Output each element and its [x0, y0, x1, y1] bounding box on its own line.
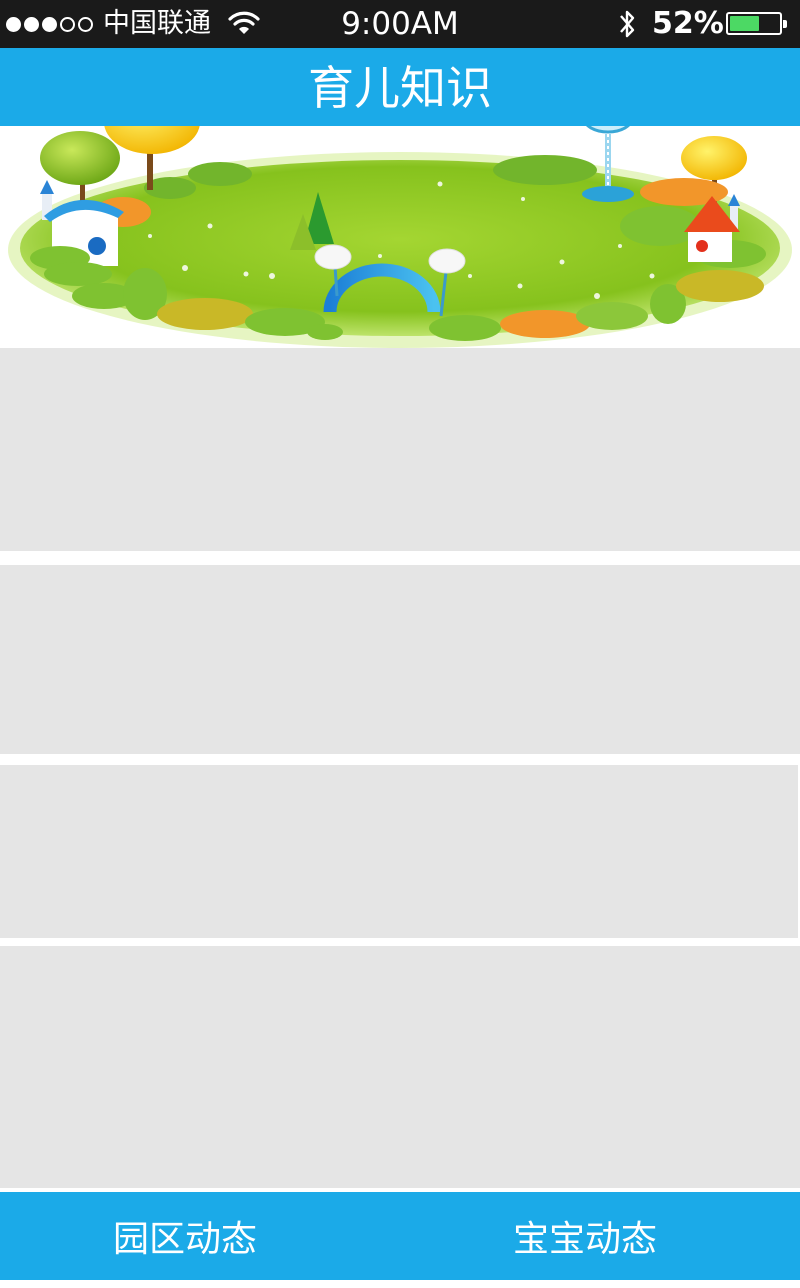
tab-park-news[interactable]: 园区动态	[0, 1192, 400, 1280]
battery-level-fill	[730, 16, 759, 31]
page-title: 育儿知识	[0, 48, 800, 126]
bottom-tab-bar: 园区动态 宝宝动态	[0, 1192, 800, 1280]
banner-image	[0, 126, 800, 348]
park-illustration	[8, 126, 792, 348]
tab-baby-news[interactable]: 宝宝动态	[400, 1192, 800, 1280]
content-card-2[interactable]	[0, 565, 800, 754]
battery-percent: 52%	[652, 6, 724, 41]
content-card-3[interactable]	[0, 765, 798, 938]
battery-icon	[726, 12, 787, 35]
status-bar: 中国联通 9:00AM 52%	[0, 0, 800, 48]
bluetooth-icon	[620, 10, 635, 38]
content-card-1[interactable]	[0, 348, 800, 551]
content-card-4[interactable]	[0, 946, 800, 1188]
